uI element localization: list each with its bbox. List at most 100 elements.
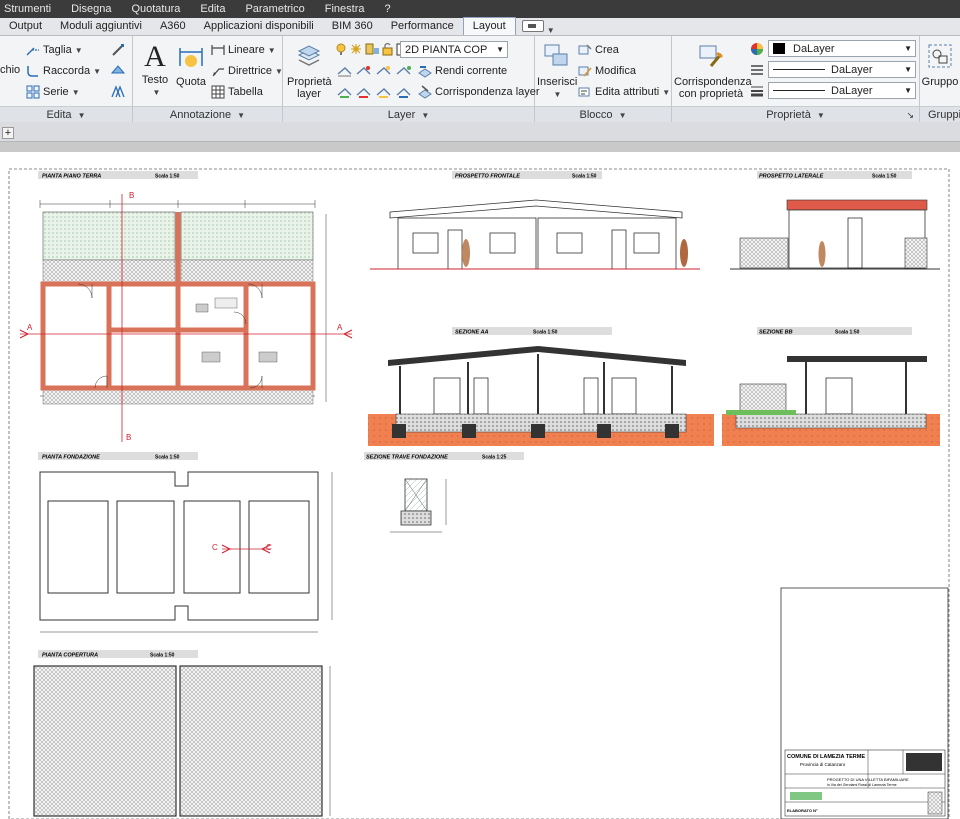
testo-button[interactable]: A Testo ▼ <box>139 42 171 99</box>
chevron-down-icon: ▼ <box>77 111 86 120</box>
current-layer-value: 2D PIANTA COP <box>405 43 488 56</box>
trim-icon <box>26 47 39 56</box>
menu-finestra[interactable]: Finestra <box>315 3 375 15</box>
corrispondenza-layer-button[interactable]: Corrispondenza layer <box>418 85 540 99</box>
sezione-trave-scale: Scala 1:25 <box>482 455 507 461</box>
edita-attributi-label: Edita attributi <box>595 86 660 98</box>
tab-layout[interactable]: Layout <box>462 17 516 35</box>
offset-icon[interactable] <box>110 84 126 100</box>
panel-annotation-title[interactable]: Annotazione ▼ <box>133 106 282 122</box>
chevron-down-icon: ▼ <box>904 65 912 74</box>
serie-button[interactable]: Serie ▼ <box>26 85 80 99</box>
match-icon[interactable] <box>110 42 126 58</box>
dimension-line <box>39 200 316 208</box>
tab-output[interactable]: Output <box>0 18 51 35</box>
prospetto-frontale-scale: Scala 1:50 <box>572 174 597 180</box>
corrispondenza-proprieta-button[interactable]: Corrispondenza con proprietà <box>674 42 752 100</box>
section-marker-b-top: B <box>129 191 134 200</box>
fillet-icon <box>27 66 38 77</box>
tab-applicazioni-disponibili[interactable]: Applicazioni disponibili <box>195 18 323 35</box>
specchio-label: chio <box>0 64 21 76</box>
edit-attributes-icon <box>578 87 590 97</box>
foundation-slab <box>735 413 927 429</box>
menu-disegna[interactable]: Disegna <box>61 3 121 15</box>
drawing-area[interactable]: PIANTA PIANO TERRA Scala 1:50 A A B B PR… <box>0 142 960 819</box>
rendi-corrente-button[interactable]: Rendi corrente <box>418 64 507 78</box>
tab-a360[interactable]: A360 <box>151 18 195 35</box>
insert-block-icon <box>544 44 568 66</box>
title-block: COMUNE DI LAMEZIA TERME Provincia di Cat… <box>780 587 949 819</box>
tab-moduli-aggiuntivi[interactable]: Moduli aggiuntivi <box>51 18 151 35</box>
raccorda-button[interactable]: Raccorda ▼ <box>26 64 101 78</box>
panel-groups-title[interactable]: Gruppi <box>920 106 960 122</box>
foundation-outline <box>39 471 319 621</box>
linetype-icon <box>751 65 763 75</box>
ribbon-tab-bar: Output Moduli aggiuntivi A360 Applicazio… <box>0 17 960 36</box>
direttrice-button[interactable]: Direttrice ▼ <box>211 64 283 78</box>
sezione-bb: SEZIONE BB Scala 1:50 <box>722 327 940 446</box>
provincia-text: Provincia di Catanzaro <box>800 762 846 767</box>
chevron-down-icon[interactable]: ▼ <box>547 26 555 35</box>
new-tab-button[interactable]: + <box>2 127 14 139</box>
dimension-icon <box>179 48 203 67</box>
drawing-canvas[interactable]: PIANTA PIANO TERRA Scala 1:50 A A B B PR… <box>0 152 960 819</box>
layer-tools-row-1[interactable] <box>337 64 417 78</box>
human-figure <box>818 241 826 267</box>
furniture <box>195 303 209 313</box>
specchio-button[interactable]: chio <box>0 64 20 76</box>
panel-block-title[interactable]: Blocco ▼ <box>535 106 671 122</box>
lineare-button[interactable]: Lineare ▼ <box>211 43 276 57</box>
lineweight-dropdown[interactable]: DaLayer ▼ <box>768 82 916 99</box>
gruppo-button[interactable]: Gruppo <box>920 42 960 88</box>
proprieta-layer-button[interactable]: Proprietà layer <box>287 42 332 100</box>
array-icon <box>26 85 40 99</box>
menu-edita[interactable]: Edita <box>190 3 235 15</box>
linetype-line <box>773 69 825 70</box>
panel-properties-title[interactable]: Proprietà ▼ ↘ <box>672 106 919 122</box>
inserisci-label: Inserisci <box>537 76 578 88</box>
ribbon-toggle-icon[interactable] <box>521 20 544 32</box>
edita-attributi-button[interactable]: Edita attributi ▼ <box>578 85 670 99</box>
panel-launcher-icon[interactable]: ↘ <box>906 107 914 123</box>
pianta-copertura: PIANTA COPERTURA Scala 1:50 <box>33 650 331 817</box>
quota-button[interactable]: Quota <box>175 42 207 88</box>
layer-tools-row-2[interactable] <box>337 85 417 99</box>
menu-help[interactable]: ? <box>374 3 400 15</box>
modifica-button[interactable]: Modifica <box>578 64 636 78</box>
chevron-down-icon: ▼ <box>662 87 671 97</box>
footing <box>531 424 545 438</box>
window <box>433 377 461 415</box>
roof-plan-right <box>179 665 323 817</box>
menu-parametrico[interactable]: Parametrico <box>235 3 314 15</box>
layer-match-icon <box>418 85 432 99</box>
window <box>825 377 853 415</box>
color-dropdown[interactable]: DaLayer ▼ <box>768 40 916 57</box>
panel-annotation-title-label: Annotazione <box>169 109 232 121</box>
tab-bim360[interactable]: BIM 360 <box>323 18 382 35</box>
panel-edit-title[interactable]: Edita ▼ <box>0 106 132 122</box>
human-figure <box>680 239 688 267</box>
explode-icon[interactable] <box>110 63 126 79</box>
chevron-down-icon: ▼ <box>904 86 912 95</box>
taglia-label: Taglia <box>43 44 72 56</box>
taglia-button[interactable]: Taglia ▼ <box>26 43 83 57</box>
layer-dropdown[interactable]: 2D PIANTA COP ▼ <box>400 41 508 58</box>
chevron-down-icon: ▼ <box>93 66 101 76</box>
comune-text: COMUNE DI LAMEZIA TERME <box>787 754 865 760</box>
menu-quotatura[interactable]: Quotatura <box>121 3 190 15</box>
linetype-dropdown[interactable]: DaLayer ▼ <box>768 61 916 78</box>
panel-block-title-label: Blocco <box>579 109 613 121</box>
inserisci-button[interactable]: Inserisci ▼ <box>537 42 578 101</box>
fence <box>904 237 928 269</box>
tabella-button[interactable]: Tabella <box>211 85 263 99</box>
crea-button[interactable]: Crea <box>578 43 619 57</box>
linetype-value: DaLayer <box>831 63 873 76</box>
tab-performance[interactable]: Performance <box>382 18 463 35</box>
pianta-piano-terra: PIANTA PIANO TERRA Scala 1:50 A A B B <box>19 171 353 442</box>
sezione-aa-title: SEZIONE AA <box>455 330 488 336</box>
pianta-copertura-scale: Scala 1:50 <box>150 653 175 659</box>
footing <box>462 424 476 438</box>
panel-layer-title[interactable]: Layer ▼ <box>283 106 534 122</box>
menu-strumenti[interactable]: Strumenti <box>0 3 61 15</box>
human-figure <box>462 239 470 267</box>
